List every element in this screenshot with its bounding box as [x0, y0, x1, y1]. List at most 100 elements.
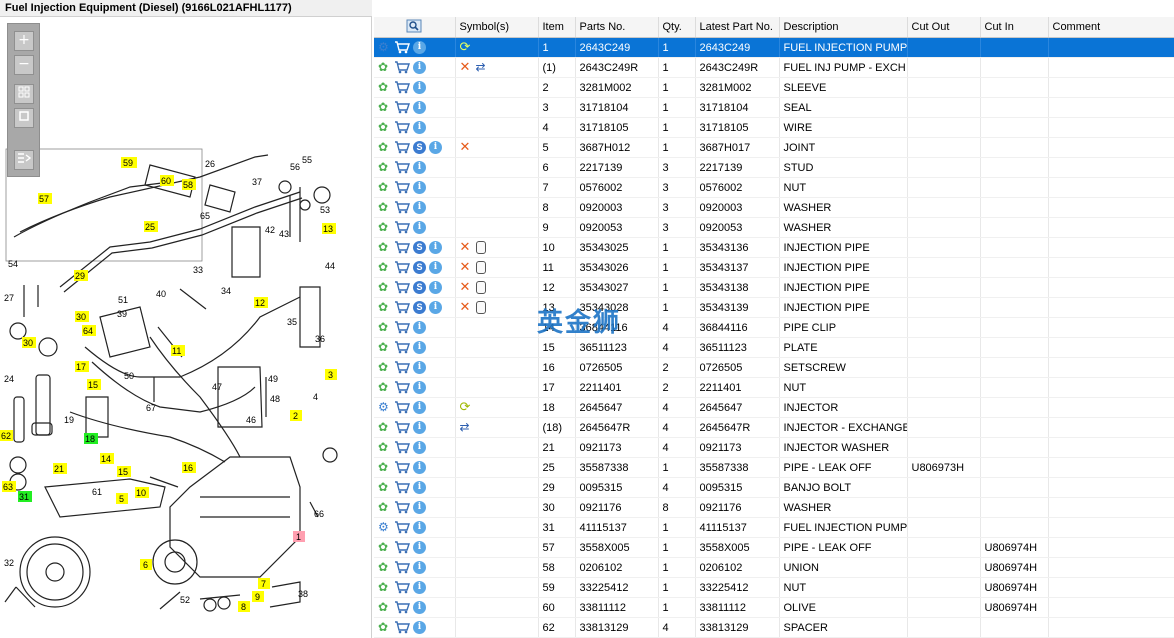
table-row[interactable]: ✿ Si ✕ 10 35343025 1 35343136 INJECTION PIPE — [374, 237, 1174, 258]
exploded-diagram[interactable]: 59 60 58 26 56 55 37 57 65 53 25 42 43 1… — [0, 17, 372, 638]
part-gear-icon[interactable]: ✿ — [378, 421, 391, 434]
part-gear-icon[interactable]: ✿ — [378, 221, 391, 234]
column-header-cut-out[interactable]: Cut Out — [907, 17, 981, 38]
info-icon[interactable]: i — [413, 61, 426, 74]
part-gear-icon[interactable]: ✿ — [378, 61, 391, 74]
column-header-item[interactable]: Item — [538, 17, 576, 38]
shopping-cart-icon[interactable] — [394, 541, 410, 554]
column-header-latest-part-no[interactable]: Latest Part No. — [695, 17, 780, 38]
table-row[interactable]: ✿ i 25 35587338 1 35587338 PIPE - LEAK OFF U806… — [374, 457, 1174, 478]
info-icon[interactable]: i — [413, 501, 426, 514]
part-gear-icon[interactable]: ✿ — [378, 541, 391, 554]
supersession-icon[interactable]: S — [413, 141, 426, 154]
info-icon[interactable]: i — [413, 561, 426, 574]
table-row[interactable]: ⚙ i ⟳ 18 2645647 4 2645647 INJECTOR — [374, 397, 1174, 418]
shopping-cart-icon[interactable] — [394, 521, 410, 534]
info-icon[interactable]: i — [413, 221, 426, 234]
zoom-out-button[interactable]: − — [14, 55, 34, 75]
shopping-cart-icon[interactable] — [394, 281, 410, 294]
actual-size-button[interactable] — [14, 108, 34, 128]
table-row[interactable]: ✿ Si ✕ 12 35343027 1 35343138 INJECTION PIPE — [374, 277, 1174, 298]
shopping-cart-icon[interactable] — [394, 461, 410, 474]
table-row[interactable]: ✿ i 59 33225412 1 33225412 NUT U806974H — [374, 577, 1174, 598]
info-icon[interactable]: i — [429, 241, 442, 254]
table-row[interactable]: ✿ i 8 0920003 3 0920003 WASHER — [374, 197, 1174, 218]
info-icon[interactable]: i — [413, 201, 426, 214]
info-icon[interactable]: i — [429, 301, 442, 314]
table-row[interactable]: ✿ i 62 33813129 4 33813129 SPACER — [374, 617, 1174, 638]
info-icon[interactable]: i — [413, 581, 426, 594]
assembly-gear-icon[interactable]: ⚙ — [378, 521, 391, 534]
supersession-icon[interactable]: S — [413, 261, 426, 274]
shopping-cart-icon[interactable] — [394, 201, 410, 214]
shopping-cart-icon[interactable] — [394, 241, 410, 254]
column-header-description[interactable]: Description — [779, 17, 908, 38]
part-gear-icon[interactable]: ✿ — [378, 561, 391, 574]
shopping-cart-icon[interactable] — [394, 341, 410, 354]
shopping-cart-icon[interactable] — [394, 361, 410, 374]
table-row[interactable]: ✿ i 17 2211401 2 2211401 NUT — [374, 377, 1174, 398]
shopping-cart-icon[interactable] — [394, 301, 410, 314]
table-row[interactable]: ✿ Si ✕ 13 35343028 1 35343139 INJECTION PIPE — [374, 297, 1174, 318]
table-row[interactable]: ✿ i 15 36511123 4 36511123 PLATE — [374, 337, 1174, 358]
info-icon[interactable]: i — [429, 141, 442, 154]
table-row[interactable]: ✿ i 3 31718104 1 31718104 SEAL — [374, 97, 1174, 118]
table-row[interactable]: ✿ i ⇄ (18) 2645647R 4 2645647R INJECTOR - EXCHA… — [374, 417, 1174, 438]
zoom-in-button[interactable]: + — [14, 31, 34, 51]
table-row[interactable]: ✿ i 6 2217139 3 2217139 STUD — [374, 157, 1174, 178]
table-row[interactable]: ✿ i 58 0206102 1 0206102 UNION U806974H — [374, 557, 1174, 578]
info-icon[interactable]: i — [413, 601, 426, 614]
shopping-cart-icon[interactable] — [394, 81, 410, 94]
part-gear-icon[interactable]: ✿ — [378, 321, 391, 334]
shopping-cart-icon[interactable] — [394, 61, 410, 74]
part-gear-icon[interactable]: ✿ — [378, 381, 391, 394]
table-row[interactable]: ✿ Si ✕ 11 35343026 1 35343137 INJECTION PIPE — [374, 257, 1174, 278]
table-row[interactable]: ✿ i 14 36844116 4 36844116 PIPE CLIP — [374, 317, 1174, 338]
assembly-gear-icon[interactable]: ⚙ — [378, 401, 391, 414]
part-gear-icon[interactable]: ✿ — [378, 181, 391, 194]
table-row[interactable]: ✿ i 60 33811112 1 33811112 OLIVE U806974H — [374, 597, 1174, 618]
table-row[interactable]: ✿ i 16 0726505 2 0726505 SETSCREW — [374, 357, 1174, 378]
part-gear-icon[interactable]: ✿ — [378, 441, 391, 454]
supersession-icon[interactable]: S — [413, 281, 426, 294]
table-row[interactable]: ✿ Si ✕ 5 3687H012 1 3687H017 JOINT — [374, 137, 1174, 158]
part-gear-icon[interactable]: ✿ — [378, 461, 391, 474]
table-row[interactable]: ✿ i ✕ ⇄ (1) 2643C249R 1 2643C249R FUEL INJ PUMP … — [374, 57, 1174, 78]
table-row[interactable]: ✿ i 4 31718105 1 31718105 WIRE — [374, 117, 1174, 138]
shopping-cart-icon[interactable] — [394, 601, 410, 614]
part-gear-icon[interactable]: ✿ — [378, 141, 391, 154]
info-icon[interactable]: i — [413, 121, 426, 134]
part-gear-icon[interactable]: ✿ — [378, 341, 391, 354]
info-icon[interactable]: i — [413, 321, 426, 334]
table-row[interactable]: ✿ i 2 3281M002 1 3281M002 SLEEVE — [374, 77, 1174, 98]
part-gear-icon[interactable]: ✿ — [378, 361, 391, 374]
table-row[interactable]: ✿ i 7 0576002 3 0576002 NUT — [374, 177, 1174, 198]
info-icon[interactable]: i — [413, 481, 426, 494]
column-header-icons[interactable] — [374, 17, 456, 38]
column-header-qty[interactable]: Qty. — [658, 17, 696, 38]
shopping-cart-icon[interactable] — [394, 581, 410, 594]
shopping-cart-icon[interactable] — [394, 261, 410, 274]
info-icon[interactable]: i — [413, 461, 426, 474]
supersession-icon[interactable]: S — [413, 241, 426, 254]
shopping-cart-icon[interactable] — [394, 561, 410, 574]
shopping-cart-icon[interactable] — [394, 161, 410, 174]
part-gear-icon[interactable]: ✿ — [378, 281, 391, 294]
part-gear-icon[interactable]: ✿ — [378, 481, 391, 494]
info-icon[interactable]: i — [413, 41, 426, 54]
part-gear-icon[interactable]: ✿ — [378, 621, 391, 634]
part-gear-icon[interactable]: ✿ — [378, 501, 391, 514]
column-header-cut-in[interactable]: Cut In — [980, 17, 1049, 38]
shopping-cart-icon[interactable] — [394, 101, 410, 114]
shopping-cart-icon[interactable] — [394, 181, 410, 194]
shopping-cart-icon[interactable] — [394, 481, 410, 494]
info-icon[interactable]: i — [429, 261, 442, 274]
column-header-comment[interactable]: Comment — [1048, 17, 1174, 38]
info-icon[interactable]: i — [413, 521, 426, 534]
export-button[interactable] — [14, 150, 34, 170]
table-row[interactable]: ⚙ i 31 41115137 1 41115137 FUEL INJECTION PUMP… — [374, 517, 1174, 538]
part-gear-icon[interactable]: ✿ — [378, 261, 391, 274]
assembly-gear-icon[interactable]: ⚙ — [378, 41, 391, 54]
part-gear-icon[interactable]: ✿ — [378, 101, 391, 114]
info-icon[interactable]: i — [413, 421, 426, 434]
